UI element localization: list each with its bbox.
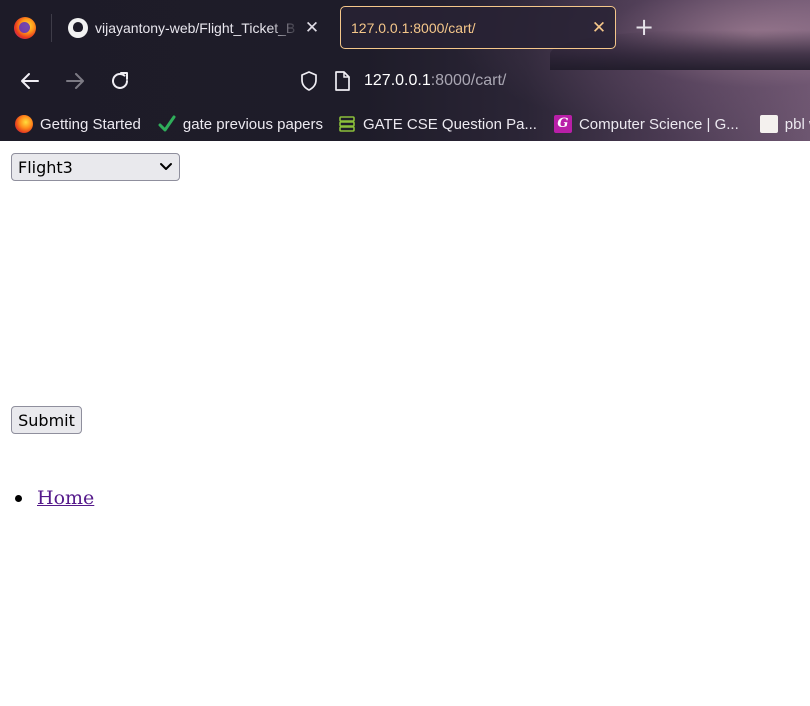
list-bullet [15, 494, 22, 502]
bookmark-gate-previous-papers[interactable]: gate previous papers [158, 115, 323, 133]
bookmark-label: gate previous papers [182, 115, 323, 133]
list-item: Home [11, 484, 94, 512]
bookmark-getting-started[interactable]: Getting Started [15, 115, 141, 133]
page-content: Flight3 Submit Home [0, 141, 810, 706]
chevron-down-icon [160, 163, 172, 170]
page-icon [335, 71, 350, 91]
submit-button[interactable]: Submit [11, 406, 82, 434]
tab-cart[interactable]: 127.0.0.1:8000/cart/ ✕ [340, 6, 616, 49]
stack-icon [339, 116, 355, 132]
bookmark-computer-science[interactable]: G Computer Science | G... [553, 115, 739, 133]
tab-close-icon[interactable]: ✕ [300, 18, 324, 38]
github-icon [68, 17, 88, 38]
pdf-thumbnail-icon [759, 115, 778, 133]
tab-title: 127.0.0.1:8000/cart/ [351, 19, 476, 36]
home-link[interactable]: Home [37, 487, 94, 509]
bookmark-pbl-wip[interactable]: pbl wip [759, 115, 810, 133]
tab-strip: vijayantony-web/Flight_Ticket_B ✕ 127.0.… [0, 0, 810, 56]
g-icon: G [553, 115, 572, 133]
bookmark-gate-cse-question-papers[interactable]: GATE CSE Question Pa... [338, 115, 537, 133]
reload-icon[interactable] [106, 67, 134, 95]
bookmark-label: Computer Science | G... [578, 115, 739, 133]
bookmark-label: Getting Started [40, 115, 141, 133]
back-arrow-icon[interactable] [16, 67, 44, 95]
navigation-bar: 127.0.0.1:8000/cart/ [0, 56, 810, 106]
tab-title: vijayantony-web/Flight_Ticket_B [95, 19, 296, 36]
firefox-icon[interactable] [14, 17, 36, 39]
nav-list: Home [11, 484, 94, 512]
checkmark-icon [158, 115, 176, 132]
bookmark-label: GATE CSE Question Pa... [363, 115, 537, 133]
bookmarks-toolbar: Getting Started gate previous papers GAT… [0, 108, 810, 140]
tab-github[interactable]: vijayantony-web/Flight_Ticket_B ✕ [58, 6, 328, 49]
address-bar[interactable]: 127.0.0.1:8000/cart/ [290, 62, 810, 100]
url-host: 127.0.0.1 [364, 72, 431, 89]
browser-chrome: vijayantony-web/Flight_Ticket_B ✕ 127.0.… [0, 0, 810, 141]
url-text[interactable]: 127.0.0.1:8000/cart/ [364, 72, 506, 90]
forward-arrow-icon[interactable] [61, 67, 89, 95]
flight-select[interactable]: Flight3 [11, 153, 180, 181]
tab-close-icon[interactable]: ✕ [587, 18, 611, 38]
url-path: :8000/cart/ [430, 72, 507, 89]
new-tab-button[interactable]: + [632, 12, 656, 42]
firefox-icon [15, 115, 33, 133]
tracking-shield-icon[interactable] [298, 70, 320, 92]
bookmark-label: pbl wip [784, 115, 810, 133]
flight-select-value: Flight3 [18, 157, 73, 177]
tab-separator [51, 14, 52, 42]
